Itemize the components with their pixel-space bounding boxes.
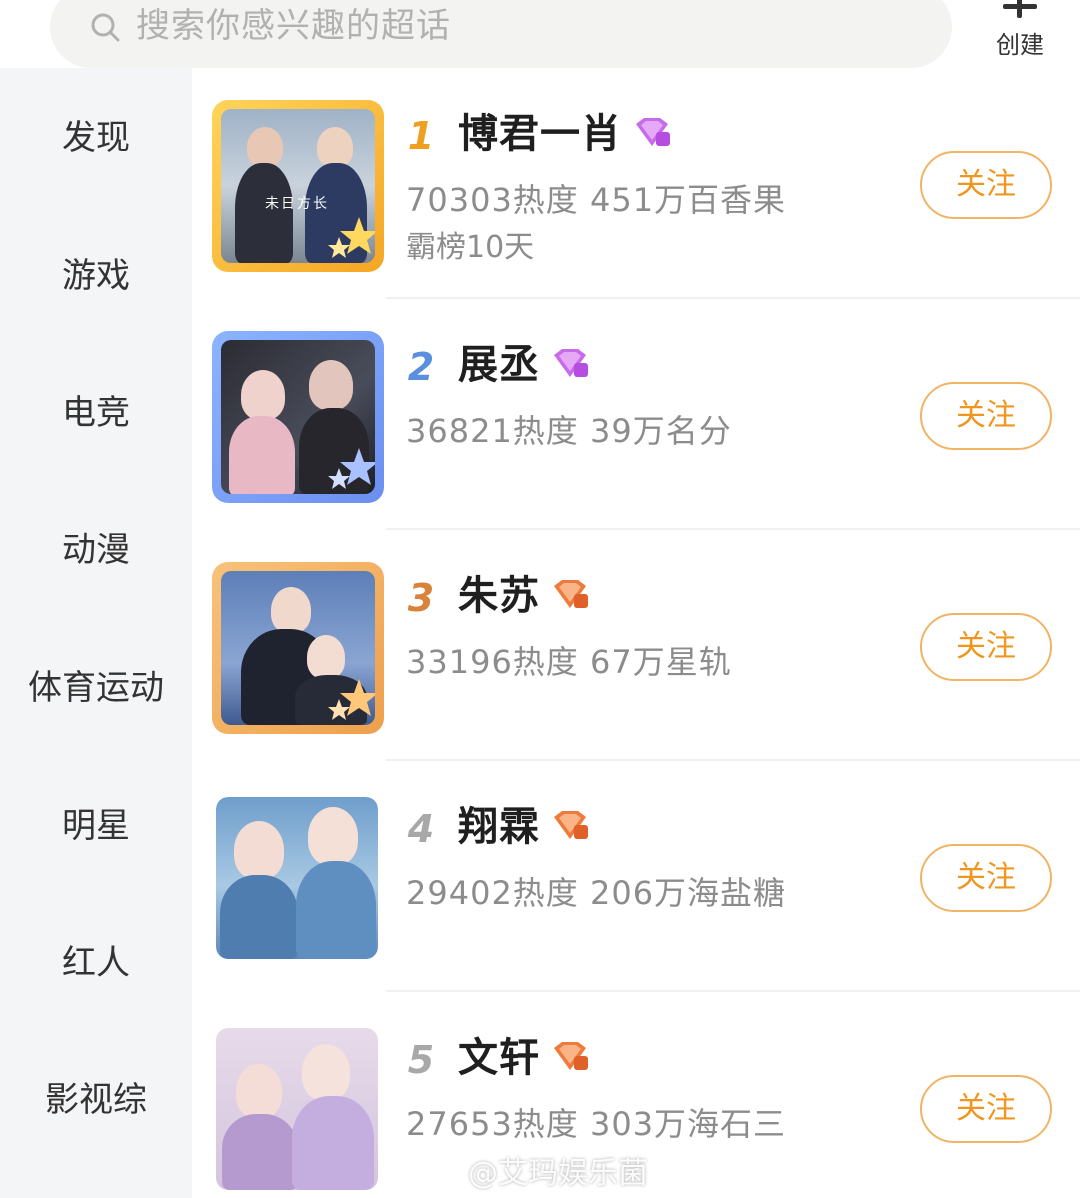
sidebar-item-esports[interactable]: 电竞 — [0, 383, 192, 443]
orange-diamond-badge-icon — [554, 580, 588, 608]
purple-diamond-badge-icon — [636, 118, 670, 146]
plus-icon — [1003, 0, 1037, 24]
rank-number: 2 — [407, 345, 435, 389]
sidebar-item-film-tv[interactable]: 影视综 — [0, 1070, 192, 1130]
list-item[interactable]: 2 展丞 36821热度 39万名分 关注 — [192, 299, 1080, 530]
follow-button[interactable]: 关注 — [920, 613, 1052, 681]
create-button[interactable]: 创建 — [984, 0, 1056, 64]
supertopic-name[interactable]: 博君一肖 — [458, 110, 622, 158]
avatar-frame-bronze — [212, 562, 384, 734]
orange-diamond-badge-icon — [554, 1042, 588, 1070]
sidebar-item-sports[interactable]: 体育运动 — [0, 658, 192, 718]
sidebar-item-games[interactable]: 游戏 — [0, 246, 192, 306]
rank-number: 4 — [407, 807, 435, 851]
sidebar-item-influencers[interactable]: 红人 — [0, 933, 192, 993]
supertopic-ranking-list: 未日方长 1 博君一肖 70303热度 451万百香果 霸榜10天 关注 2 展… — [192, 68, 1080, 1198]
list-item[interactable]: 4 翔霖 29402热度 206万海盐糖 关注 — [192, 761, 1080, 992]
supertopic-name[interactable]: 展丞 — [458, 341, 540, 389]
sidebar-item-anime[interactable]: 动漫 — [0, 520, 192, 580]
sidebar-item-stars[interactable]: 明星 — [0, 796, 192, 856]
search-input[interactable]: 搜索你感兴趣的超话 — [136, 6, 451, 46]
weibo-logo-icon — [436, 1160, 468, 1187]
stats-text: 36821热度 39万名分 — [406, 412, 732, 450]
search-icon — [91, 13, 120, 42]
follow-button[interactable]: 关注 — [920, 382, 1052, 450]
top-streak-text: 霸榜10天 — [406, 230, 535, 265]
supertopic-name[interactable]: 朱苏 — [458, 572, 540, 620]
avatar-frame-gold: 未日方长 — [212, 100, 384, 272]
avatar-frame-plain — [216, 1028, 378, 1190]
search-bar[interactable]: 搜索你感兴趣的超话 — [50, 0, 952, 68]
avatar-caption: 未日方长 — [265, 196, 329, 212]
supertopic-name[interactable]: 翔霖 — [458, 803, 540, 851]
stats-text: 27653热度 303万海石三 — [406, 1105, 787, 1143]
stats-text: 70303热度 451万百香果 — [406, 181, 787, 219]
orange-diamond-badge-icon — [554, 811, 588, 839]
stats-text: 29402热度 206万海盐糖 — [406, 874, 787, 912]
watermark: @艾玛娱乐菌 — [468, 1156, 648, 1191]
sidebar-item-discover[interactable]: 发现 — [0, 108, 192, 168]
follow-button[interactable]: 关注 — [920, 844, 1052, 912]
list-item[interactable]: 未日方长 1 博君一肖 70303热度 451万百香果 霸榜10天 关注 — [192, 68, 1080, 299]
create-label: 创建 — [996, 31, 1044, 59]
supertopic-name[interactable]: 文轩 — [458, 1034, 540, 1082]
rank-number: 1 — [407, 114, 435, 158]
avatar-frame-blue — [212, 331, 384, 503]
rank-number: 3 — [407, 576, 435, 620]
stats-text: 33196热度 67万星轨 — [406, 643, 732, 681]
follow-button[interactable]: 关注 — [920, 1075, 1052, 1143]
rank-number: 5 — [407, 1038, 435, 1082]
avatar[interactable] — [216, 1028, 378, 1190]
category-sidebar: 发现 游戏 电竞 动漫 体育运动 明星 红人 影视综 — [0, 68, 192, 1198]
star-decoration-icon — [328, 448, 375, 489]
avatar[interactable] — [216, 797, 378, 959]
avatar[interactable] — [221, 340, 375, 494]
avatar[interactable]: 未日方长 — [221, 109, 375, 263]
star-decoration-icon — [328, 679, 375, 720]
star-decoration-icon — [328, 217, 375, 258]
avatar[interactable] — [221, 571, 375, 725]
purple-diamond-badge-icon — [554, 349, 588, 377]
follow-button[interactable]: 关注 — [920, 151, 1052, 219]
list-item[interactable]: 3 朱苏 33196热度 67万星轨 关注 — [192, 530, 1080, 761]
avatar-frame-plain — [216, 797, 378, 959]
